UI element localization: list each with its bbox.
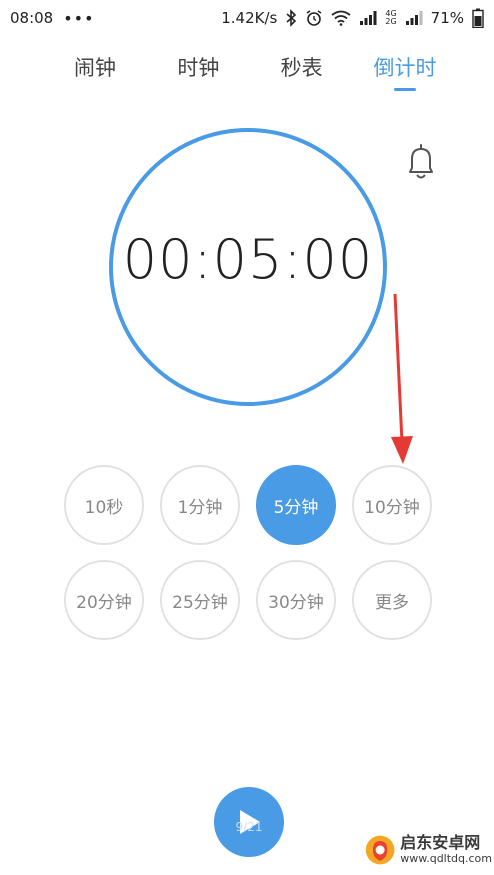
signal-icon bbox=[359, 10, 377, 26]
preset-grid: 10秒 1分钟 5分钟 10分钟 20分钟 25分钟 30分钟 更多 bbox=[62, 463, 436, 643]
wifi-icon bbox=[331, 10, 351, 26]
timer-display: 00:05:00 bbox=[122, 228, 374, 291]
bluetooth-icon bbox=[285, 9, 297, 27]
tab-countdown[interactable]: 倒计时 bbox=[370, 52, 440, 92]
preset-1-minute[interactable]: 1分钟 bbox=[160, 465, 240, 545]
preset-25-minutes[interactable]: 25分钟 bbox=[160, 560, 240, 640]
watermark: 启东安卓网 www.qdltdq.com bbox=[364, 828, 492, 872]
status-bar: 08:08 ••• 1.42K/s 4G 2G 71% bbox=[0, 0, 494, 36]
play-caption: 9/21 bbox=[235, 820, 263, 834]
tab-clock[interactable]: 时钟 bbox=[163, 52, 233, 92]
status-time: 08:08 bbox=[10, 9, 54, 27]
bell-icon[interactable] bbox=[403, 142, 439, 182]
preset-10-seconds[interactable]: 10秒 bbox=[64, 465, 144, 545]
network-type-bottom: 2G bbox=[385, 17, 397, 26]
preset-5-minutes[interactable]: 5分钟 bbox=[256, 465, 336, 545]
active-tab-indicator bbox=[393, 88, 416, 91]
more-dots-icon: ••• bbox=[63, 8, 95, 28]
tab-alarm[interactable]: 闹钟 bbox=[60, 52, 130, 92]
network-type-icon: 4G 2G bbox=[385, 10, 396, 26]
watermark-title: 启东安卓网 bbox=[400, 833, 481, 853]
tab-stopwatch[interactable]: 秒表 bbox=[267, 52, 337, 92]
network-speed: 1.42K/s bbox=[221, 9, 278, 27]
battery-icon bbox=[472, 8, 484, 28]
red-arrow-annotation bbox=[391, 293, 413, 464]
play-button[interactable]: 9/21 bbox=[214, 787, 284, 857]
tab-countdown-label: 倒计时 bbox=[373, 56, 437, 80]
preset-30-minutes[interactable]: 30分钟 bbox=[256, 560, 336, 640]
preset-20-minutes[interactable]: 20分钟 bbox=[64, 560, 144, 640]
signal-icon-2 bbox=[405, 10, 423, 26]
watermark-url: www.qdltdq.com bbox=[400, 851, 492, 865]
tab-bar: 闹钟 时钟 秒表 倒计时 bbox=[60, 52, 440, 92]
preset-10-minutes[interactable]: 10分钟 bbox=[352, 465, 432, 545]
watermark-logo-icon bbox=[365, 835, 395, 865]
preset-more[interactable]: 更多 bbox=[352, 560, 432, 640]
battery-percent: 71% bbox=[430, 9, 464, 27]
alarm-clock-icon bbox=[305, 9, 323, 27]
